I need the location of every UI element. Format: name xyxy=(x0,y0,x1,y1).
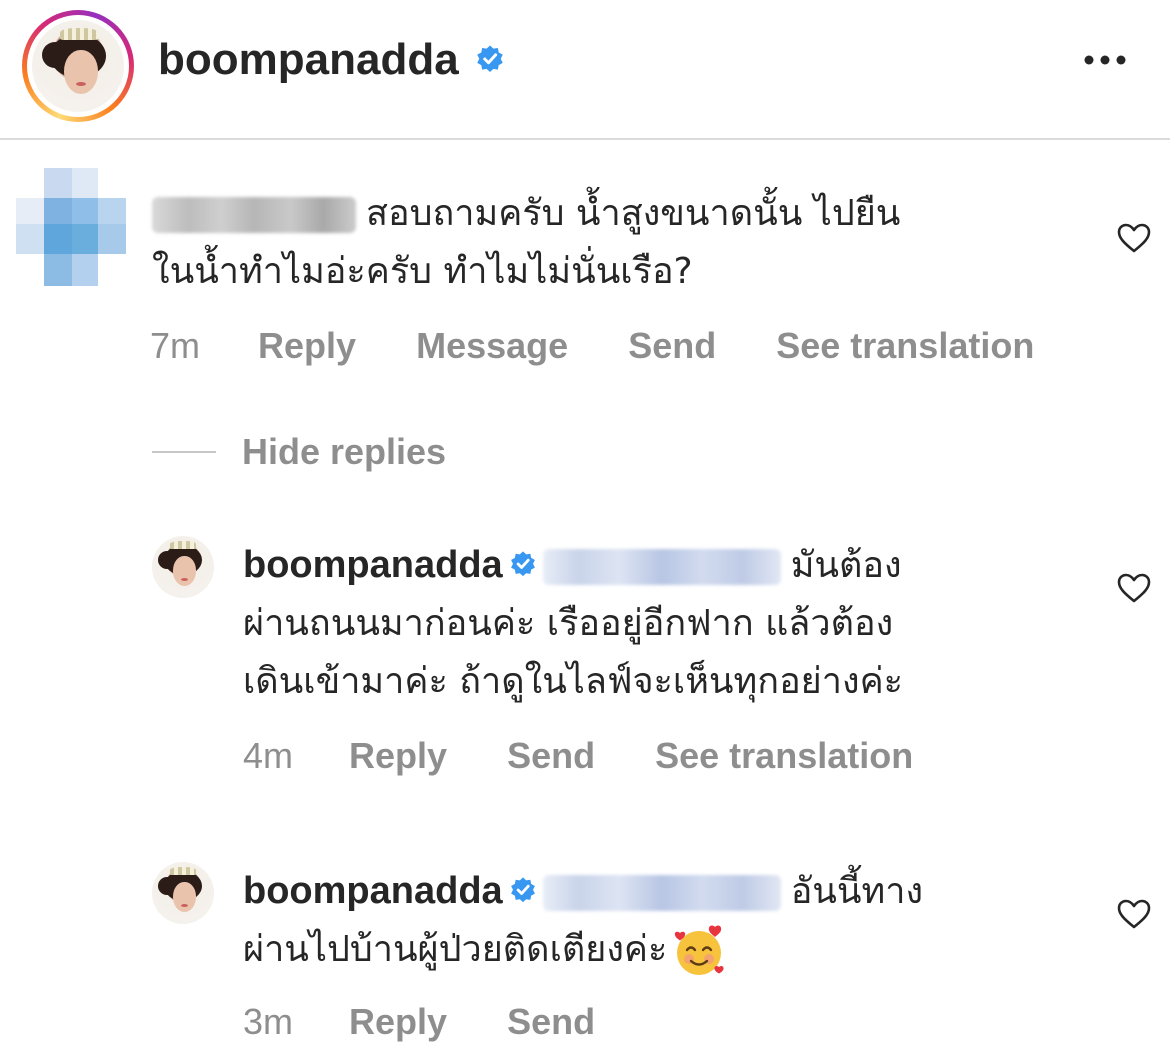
reply-button[interactable]: Reply xyxy=(349,1000,447,1044)
reply-2-avatar[interactable] xyxy=(152,862,214,924)
reply-1-text-line-2: ผ่านถนนมาก่อนค่ะ เรืออยู่อีกฟาก แล้วต้อง xyxy=(243,603,894,644)
comment-text-line-2: ในน้ำทำไมอ่ะครับ ทำไมไม่นั่นเรือ? xyxy=(152,251,693,292)
header-username-row[interactable]: boompanadda xyxy=(158,34,505,86)
see-translation-button[interactable]: See translation xyxy=(655,734,913,778)
reply-1-text-line-1: มันต้อง xyxy=(790,545,902,586)
see-translation-button[interactable]: See translation xyxy=(776,324,1034,368)
profile-avatar[interactable] xyxy=(32,20,124,112)
comment-text-line-1: สอบถามครับ น้ำสูงขนาดนั้น ไปยืน xyxy=(366,193,901,234)
verified-badge-icon xyxy=(510,877,535,903)
reply-button[interactable]: Reply xyxy=(349,734,447,778)
send-button[interactable]: Send xyxy=(507,1000,595,1044)
more-options-icon[interactable] xyxy=(1080,50,1130,70)
blurred-mention[interactable] xyxy=(542,549,781,585)
reply-1-text-line-3: เดินเข้ามาค่ะ ถ้าดูในไลฟ์จะเห็นทุกอย่างค… xyxy=(243,661,903,702)
reply-2-time: 3m xyxy=(243,1001,294,1042)
comment-meta: 7m Reply Message Send See translation xyxy=(150,324,1034,368)
commenter-avatar-blurred[interactable] xyxy=(16,168,126,286)
reply-2-username[interactable]: boompanadda xyxy=(243,870,503,912)
send-button[interactable]: Send xyxy=(628,324,716,368)
smiling-face-with-hearts-emoji xyxy=(675,925,724,975)
reply-1-time: 4m xyxy=(243,735,294,776)
reply-2-body: boompanadda อันนี้ทาง ผ่านไปบ้านผู้ป่วยต… xyxy=(243,862,1103,979)
header-username[interactable]: boompanadda xyxy=(158,35,459,84)
hide-replies-line xyxy=(152,451,216,453)
verified-badge-icon xyxy=(477,45,503,73)
reply-1-avatar[interactable] xyxy=(152,536,214,598)
reply-2-text-line-1: อันนี้ทาง xyxy=(790,871,924,912)
story-ring[interactable] xyxy=(22,10,134,122)
comment-body: สอบถามครับ น้ำสูงขนาดนั้น ไปยืน ในน้ำทำไ… xyxy=(152,185,1072,301)
send-button[interactable]: Send xyxy=(507,734,595,778)
reply-button[interactable]: Reply xyxy=(258,324,356,368)
like-heart-icon[interactable] xyxy=(1116,572,1152,604)
hide-replies-label[interactable]: Hide replies xyxy=(242,431,446,473)
like-heart-icon[interactable] xyxy=(1116,898,1152,930)
verified-badge-icon xyxy=(510,551,535,577)
like-heart-icon[interactable] xyxy=(1116,222,1152,254)
reply-1-username[interactable]: boompanadda xyxy=(243,544,503,586)
hide-replies-toggle[interactable]: Hide replies xyxy=(152,430,446,474)
reply-2-text-line-2: ผ่านไปบ้านผู้ป่วยติดเตียงค่ะ xyxy=(243,929,668,970)
reply-1-body: boompanadda มันต้อง ผ่านถนนมาก่อนค่ะ เรื… xyxy=(243,536,1103,711)
reply-2-meta: 3m Reply Send xyxy=(243,1000,595,1044)
blurred-mention[interactable] xyxy=(152,197,356,233)
reply-1-meta: 4m Reply Send See translation xyxy=(243,734,913,778)
message-button[interactable]: Message xyxy=(416,324,568,368)
post-header: boompanadda xyxy=(0,0,1170,140)
blurred-mention[interactable] xyxy=(542,875,781,911)
comment-time: 7m xyxy=(150,325,201,366)
